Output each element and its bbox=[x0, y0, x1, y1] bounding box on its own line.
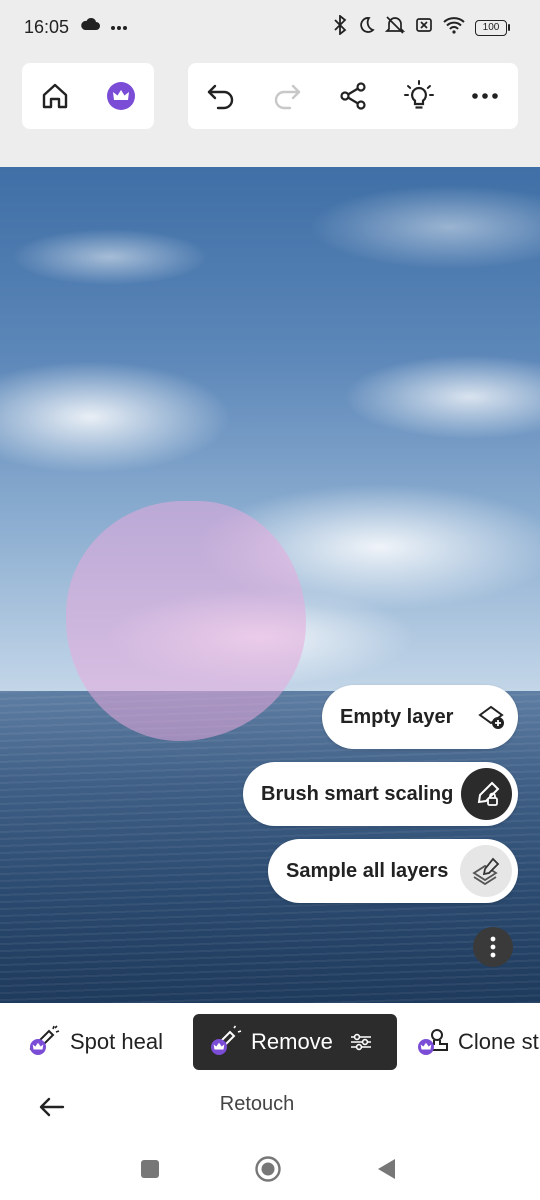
brush-smart-scaling-option[interactable]: Brush smart scaling bbox=[243, 762, 518, 826]
tool-spot-heal[interactable]: Spot heal bbox=[26, 1014, 163, 1070]
home-icon bbox=[42, 83, 68, 109]
system-nav-bar bbox=[0, 1133, 540, 1200]
share-icon bbox=[340, 82, 366, 110]
cloud-icon bbox=[80, 17, 100, 36]
empty-layer-option[interactable]: Empty layer bbox=[322, 685, 518, 749]
undo-button[interactable] bbox=[199, 74, 243, 118]
share-button[interactable] bbox=[331, 74, 375, 118]
premium-crown-icon bbox=[107, 82, 135, 110]
brush-mask bbox=[66, 501, 306, 741]
lightbulb-icon bbox=[404, 80, 434, 109]
home-button[interactable] bbox=[33, 74, 77, 118]
remove-label: Remove bbox=[251, 1029, 333, 1054]
toolbar-right bbox=[188, 63, 518, 129]
brush-smart-scaling-label: Brush smart scaling bbox=[261, 782, 454, 805]
bluetooth-icon bbox=[333, 14, 347, 40]
more-dots-icon bbox=[110, 18, 128, 36]
tool-remove[interactable]: Remove bbox=[193, 1014, 397, 1070]
tips-button[interactable] bbox=[397, 74, 441, 118]
square-icon bbox=[141, 1160, 159, 1178]
circle-icon bbox=[255, 1156, 281, 1182]
photo-canvas[interactable]: Empty layer Brush smart scaling Sample a… bbox=[0, 167, 540, 1003]
more-button[interactable] bbox=[463, 74, 507, 118]
battery-icon: 100 bbox=[475, 19, 510, 36]
recents-button[interactable] bbox=[134, 1153, 166, 1185]
redo-icon bbox=[274, 84, 301, 110]
spot-heal-label: Spot heal bbox=[70, 1029, 163, 1054]
page-title: Retouch bbox=[219, 1093, 295, 1115]
remove-icon bbox=[207, 1024, 243, 1060]
status-bar: 16:05 100 bbox=[0, 0, 540, 56]
tool-settings-icon[interactable] bbox=[349, 1032, 373, 1052]
sim-off-icon bbox=[415, 16, 433, 39]
back-nav-button[interactable] bbox=[370, 1153, 402, 1185]
more-icon bbox=[472, 93, 498, 99]
sample-all-layers-label: Sample all layers bbox=[286, 859, 449, 882]
triangle-back-icon bbox=[378, 1159, 395, 1179]
kebab-icon bbox=[490, 936, 496, 958]
tool-clone-stamp[interactable]: Clone st bbox=[414, 1014, 539, 1070]
empty-layer-icon bbox=[472, 697, 512, 737]
empty-layer-label: Empty layer bbox=[340, 705, 454, 728]
retouch-tools: Spot heal Remove Clone st bbox=[0, 1003, 540, 1083]
dnd-moon-icon bbox=[357, 16, 375, 39]
redo-button[interactable] bbox=[265, 74, 309, 118]
brush-smart-scaling-icon bbox=[461, 768, 512, 820]
wifi-icon bbox=[443, 16, 465, 39]
spot-heal-icon bbox=[26, 1024, 62, 1060]
sample-all-layers-option[interactable]: Sample all layers bbox=[268, 839, 518, 903]
battery-level: 100 bbox=[475, 19, 507, 36]
more-options-button[interactable] bbox=[473, 927, 513, 967]
muted-icon bbox=[384, 15, 406, 40]
clone-stamp-icon bbox=[414, 1024, 450, 1060]
premium-button[interactable] bbox=[99, 74, 143, 118]
toolbar-left bbox=[22, 63, 154, 129]
undo-icon bbox=[207, 84, 234, 110]
clone-stamp-label: Clone st bbox=[458, 1029, 539, 1054]
sample-all-layers-icon bbox=[460, 845, 512, 897]
home-nav-button[interactable] bbox=[252, 1153, 284, 1185]
status-time: 16:05 bbox=[24, 17, 70, 37]
subbar: Retouch bbox=[0, 1083, 540, 1133]
